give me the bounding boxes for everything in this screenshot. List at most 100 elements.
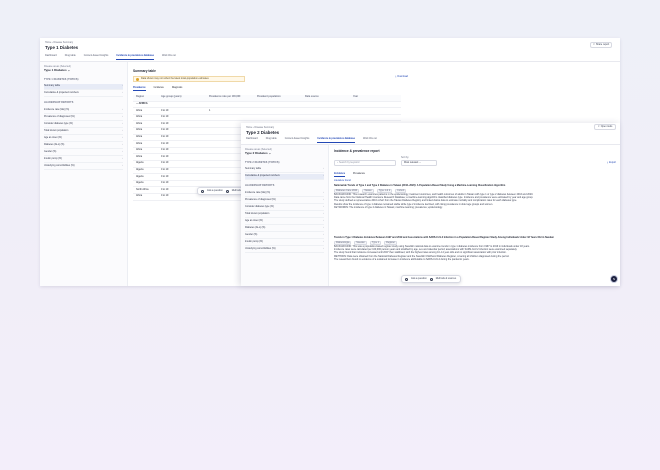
table-cell: 0 to 19: [161, 141, 169, 145]
table-row[interactable]: Africa 0 to 19 1: [133, 108, 401, 115]
search-input[interactable]: ⌕ Search by keyword: [334, 160, 396, 166]
column-header[interactable]: Year: [353, 96, 401, 99]
tab-insights[interactable]: Content-based Insights: [84, 54, 109, 60]
download-label: Download: [397, 75, 408, 78]
sidebar-item[interactable]: Incidence rate (GE) (%) ›: [245, 191, 324, 197]
sidebar-item[interactable]: Gender (%) ›: [44, 150, 123, 156]
table-cell: 0 to 19: [161, 194, 169, 198]
sidebar-item[interactable]: Incidence rate (GE) (%) ›: [44, 108, 123, 114]
sidebar-item[interactable]: Prevalence of diagnosed (%) ›: [44, 115, 123, 121]
sidebar-item[interactable]: Insulin pump (%) ›: [44, 157, 123, 163]
avatar[interactable]: N: [610, 275, 618, 283]
column-header[interactable]: Prevalence rate per 100,000: [209, 96, 257, 99]
table-cell: 1: [209, 108, 211, 112]
chevron-right-icon: ›: [122, 84, 123, 88]
chevron-right-icon: ›: [323, 174, 324, 178]
table-cell: 0 to 19: [161, 148, 169, 152]
sidebar-item[interactable]: Consider diabetes type (%) ›: [245, 205, 324, 211]
column-header[interactable]: Prevalent population: [257, 96, 305, 99]
sidebar-item[interactable]: Gender (%) ›: [245, 233, 324, 239]
tools-icon: ⇪: [597, 124, 600, 128]
chevron-right-icon: ›: [122, 122, 123, 126]
front-sidebar: Disease areas (Selected) Type 2 Diabetes…: [241, 145, 329, 286]
sidebar-section-topics: TYPE 1 DIABETES (TOPICS): [44, 78, 79, 81]
column-header[interactable]: Region: [133, 96, 161, 99]
chevron-right-icon: ›: [323, 247, 324, 251]
export-label: Export: [609, 161, 616, 164]
column-header[interactable]: Data source: [305, 96, 353, 99]
chevron-right-icon: ›: [122, 136, 123, 140]
chevron-right-icon: ›: [323, 226, 324, 230]
tab-incidence-prevalence[interactable]: Incidence & prevalence database: [116, 54, 154, 60]
sidebar-item[interactable]: Total known population ›: [44, 129, 123, 135]
sidebar-item[interactable]: Prevalence of diagnosed (%) ›: [245, 198, 324, 204]
article-abstract-line: KEYWORDS: The incidence of type 2 diabet…: [334, 205, 443, 209]
chevron-down-icon: ⌄: [67, 68, 71, 72]
tab-work-this-out[interactable]: Work this out: [363, 137, 377, 143]
sidebar-item[interactable]: Age at onset (%) ›: [245, 219, 324, 225]
ask-question-button[interactable]: Ask a question: [411, 277, 427, 281]
sidebar-item[interactable]: Cumulative & projected numbers ›: [44, 91, 123, 97]
sidebar-item-label: Gender (%): [44, 150, 57, 154]
sidebar-item[interactable]: Summary table ›: [245, 167, 324, 173]
table-group-row[interactable]: ⌄ AFRICA: [133, 102, 401, 109]
sidebar-item[interactable]: Total known population ›: [245, 212, 324, 218]
sidebar-item[interactable]: Underlying comorbidities (%) ›: [44, 164, 123, 170]
topic-selector[interactable]: Type 2 Diabetes ⌄: [245, 151, 271, 156]
sidebar-item-label: Summary table: [44, 84, 61, 88]
tab-incidence-prevalence[interactable]: Incidence & prevalence database: [317, 137, 355, 143]
article-card[interactable]: Nationwide Trends of Type 1 and Type 2 D…: [334, 184, 612, 210]
topic-selector[interactable]: Type 1 Diabetes ⌄: [44, 68, 71, 73]
table-row[interactable]: Africa 0 to 19: [133, 115, 401, 122]
chevron-right-icon: ›: [122, 108, 123, 112]
sidebar-item[interactable]: Diabetes (ALL) (%) ›: [44, 143, 123, 149]
chevron-right-icon: ›: [323, 240, 324, 244]
download-button[interactable]: ⤓ Download: [395, 75, 408, 79]
open-tools-button[interactable]: ⇪ Open tools: [594, 124, 616, 130]
sort-value: Most relevant: [404, 160, 419, 164]
back-subtabs: Prevalence Incidence Diagnosis: [133, 86, 183, 91]
tab-work-this-out[interactable]: Work this out: [162, 54, 176, 60]
subtab-incidence[interactable]: Incidence: [154, 86, 164, 91]
subtab-prevalence[interactable]: Prevalence: [133, 86, 146, 91]
warning-icon: [136, 77, 139, 81]
chevron-right-icon: ›: [122, 129, 123, 133]
back-tabs: Dashboard Drug table Content-based Insig…: [45, 54, 176, 60]
tab-dashboard[interactable]: Dashboard: [246, 137, 258, 143]
export-button[interactable]: ⤓ Export: [607, 161, 616, 165]
chevron-right-icon: ›: [122, 115, 123, 119]
article-title[interactable]: Nationwide Trends of Type 1 and Type 2 D…: [334, 184, 612, 188]
table-cell: Algeria: [136, 167, 144, 171]
sidebar-item[interactable]: Diabetes (ALL) (%) ›: [245, 226, 324, 232]
article-title[interactable]: Trends in Type 1 Diabetes Incidence Betw…: [334, 236, 612, 240]
subtab-diagnosis[interactable]: Diagnosis: [172, 86, 183, 91]
tab-drug-table[interactable]: Drug table: [266, 137, 277, 143]
share-label: Share report: [595, 42, 610, 46]
article-card[interactable]: Trends in Type 1 Diabetes Incidence Betw…: [334, 236, 612, 262]
sidebar-item[interactable]: Insulin pump (%) ›: [245, 240, 324, 246]
sidebar-item[interactable]: Consider diabetes type (%) ›: [44, 122, 123, 128]
sidebar-item[interactable]: Summary table ›: [44, 84, 123, 90]
sidebar-item[interactable]: Age at onset (%) ›: [44, 136, 123, 142]
tab-drug-table[interactable]: Drug table: [65, 54, 76, 60]
sidebar-item[interactable]: Underlying comorbidities (%) ›: [245, 247, 324, 253]
chevron-down-icon: ⌄: [418, 160, 422, 164]
ask-question-button[interactable]: Ask a question: [207, 189, 223, 193]
table-cell: 0 to 19: [161, 161, 169, 165]
tab-dashboard[interactable]: Dashboard: [45, 54, 57, 60]
group-text: AFRICA: [138, 102, 148, 105]
subtab-prevalence[interactable]: Prevalence: [353, 172, 365, 177]
subtab-incidence[interactable]: Incidence: [334, 172, 346, 177]
search-placeholder: Search by keyword: [339, 160, 360, 164]
share-button[interactable]: ⇪ Share report: [590, 42, 612, 48]
sidebar-item[interactable]: Cumulative & projected numbers ›: [245, 174, 324, 180]
sort-select[interactable]: Most relevant ⌄: [401, 160, 437, 166]
open-tools-label: Open tools: [600, 124, 613, 128]
chevron-right-icon: ›: [122, 157, 123, 161]
table-cell: Africa: [136, 194, 143, 198]
table-cell: Algeria: [136, 161, 144, 165]
methods-button[interactable]: Methods & sources: [436, 277, 456, 281]
tab-insights[interactable]: Content-based Insights: [285, 137, 310, 143]
column-header[interactable]: Age group (years): [161, 96, 209, 99]
page-title: Type 2 Diabetes: [246, 130, 280, 135]
